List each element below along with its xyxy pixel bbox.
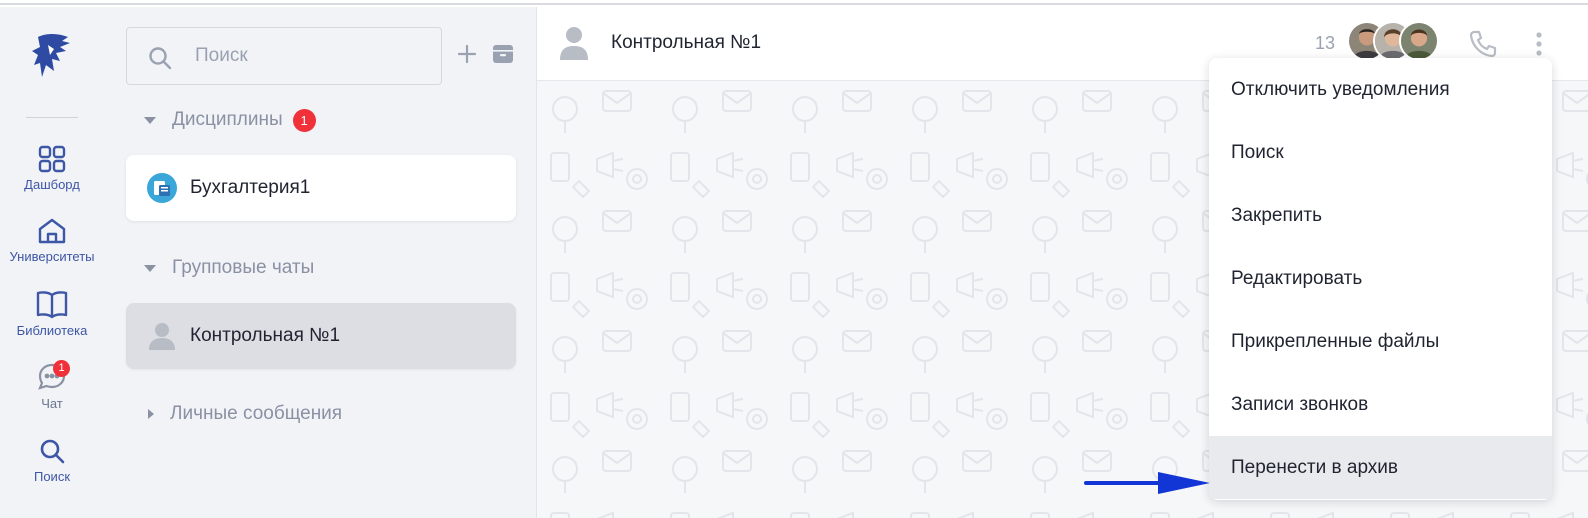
menu-item-search[interactable]: Поиск <box>1209 121 1552 184</box>
section-group-chats[interactable]: Групповые чаты <box>144 255 314 281</box>
add-chat-plus-icon[interactable] <box>456 43 478 65</box>
phone-call-icon[interactable] <box>1468 29 1498 59</box>
more-vertical-icon[interactable] <box>1531 29 1547 59</box>
discipline-chat-icon <box>147 173 177 203</box>
nav-label-search: Поиск <box>33 469 71 484</box>
chat-title: Контрольная №1 <box>611 32 762 53</box>
chat-unread-badge: 1 <box>53 360 70 377</box>
chat-item-name: Контрольная №1 <box>190 325 341 346</box>
group-avatar-icon <box>149 323 175 350</box>
chevron-right-icon <box>148 409 154 419</box>
nav-label-library: Библиотека <box>16 323 88 338</box>
member-avatar <box>1399 21 1439 61</box>
nav-rail: Дашборд Университеты Библиотека 1 Чат По… <box>0 7 104 518</box>
menu-item-archive[interactable]: Перенести в архив <box>1209 436 1552 499</box>
chevron-down-icon <box>144 264 156 272</box>
menu-item-pin[interactable]: Закрепить <box>1209 184 1552 247</box>
chat-item-accounting[interactable]: Бухгалтерия1 <box>126 155 516 221</box>
nav-label-dashboard: Дашборд <box>24 177 80 192</box>
app-logo-icon <box>32 34 70 77</box>
annotation-arrow-icon <box>1084 472 1210 494</box>
group-avatar-icon <box>560 27 588 60</box>
member-avatars[interactable] <box>1347 21 1443 63</box>
section-direct-messages[interactable]: Личные сообщения <box>144 401 342 427</box>
archive-box-icon[interactable] <box>492 43 514 65</box>
chat-item-test1[interactable]: Контрольная №1 <box>126 303 516 369</box>
dashboard-grid-icon <box>38 145 66 173</box>
window-top-border <box>0 0 1588 5</box>
rail-divider <box>26 117 78 118</box>
search-icon <box>40 439 65 464</box>
nav-label-universities: Университеты <box>9 249 95 264</box>
chat-list-panel: Дисциплины 1 Бухгалтерия1 Групповые чаты… <box>104 7 537 518</box>
library-book-icon <box>36 291 68 319</box>
search-icon <box>149 47 172 70</box>
member-count[interactable]: 13 <box>1315 33 1335 54</box>
nav-item-dashboard[interactable]: Дашборд <box>0 145 104 192</box>
section-label-direct: Личные сообщения <box>170 403 343 424</box>
nav-label-chat: Чат <box>41 396 63 411</box>
section-disciplines[interactable]: Дисциплины 1 <box>144 107 316 133</box>
nav-item-library[interactable]: Библиотека <box>0 289 104 338</box>
nav-item-universities[interactable]: Университеты <box>0 217 104 264</box>
menu-item-call-recordings[interactable]: Записи звонков <box>1209 373 1552 436</box>
menu-item-attached-files[interactable]: Прикрепленные файлы <box>1209 310 1552 373</box>
menu-item-mute[interactable]: Отключить уведомления <box>1209 58 1552 121</box>
chat-search-input[interactable] <box>195 42 425 70</box>
nav-item-search[interactable]: Поиск <box>0 437 104 484</box>
university-house-icon <box>38 218 66 244</box>
menu-item-edit[interactable]: Редактировать <box>1209 247 1552 310</box>
chat-item-name: Бухгалтерия1 <box>190 177 311 198</box>
section-label-disciplines: Дисциплины <box>172 109 283 130</box>
chat-search-box[interactable] <box>126 27 442 85</box>
chat-options-menu: Отключить уведомления Поиск Закрепить Ре… <box>1209 58 1552 500</box>
nav-item-chat[interactable]: 1 Чат <box>0 360 104 411</box>
section-label-group-chats: Групповые чаты <box>172 257 315 278</box>
chevron-down-icon <box>144 116 156 124</box>
disciplines-unread-badge: 1 <box>292 108 316 132</box>
